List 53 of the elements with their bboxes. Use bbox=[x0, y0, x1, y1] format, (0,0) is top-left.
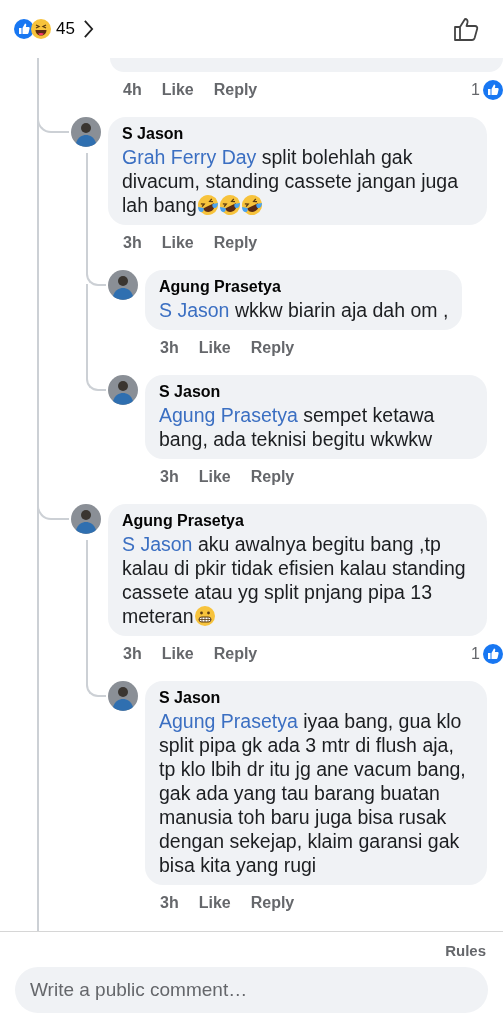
reply-link[interactable]: Reply bbox=[250, 338, 295, 357]
comment-time: 3h bbox=[160, 893, 179, 912]
comment-text: S Jason wkkw biarin aja dah om , bbox=[159, 298, 449, 322]
laughing-face-icon bbox=[240, 194, 263, 216]
like-count: 1 bbox=[471, 644, 480, 663]
thread-connector bbox=[86, 671, 106, 697]
thread-connector bbox=[86, 260, 106, 286]
reply-link[interactable]: Reply bbox=[213, 233, 258, 252]
comment-time: 3h bbox=[123, 644, 142, 663]
like-count: 1 bbox=[471, 80, 480, 99]
author-name[interactable]: S Jason bbox=[159, 687, 473, 709]
like-link[interactable]: Like bbox=[161, 233, 194, 252]
mention-link[interactable]: Agung Prasetya bbox=[159, 404, 298, 426]
like-link[interactable]: Like bbox=[198, 338, 231, 357]
mention-link[interactable]: Agung Prasetya bbox=[159, 710, 298, 732]
author-name[interactable]: S Jason bbox=[159, 381, 473, 403]
like-link[interactable]: Like bbox=[161, 644, 194, 663]
comment-text: Agung Prasetya iyaa bang, gua klo split pipa gk ada 3 mtr di flush aja, tp klo lbih dr itu jg ane vacum bang, gak ada yang tau barang buatan manusia toh baru juga bisa rusak dengan sekejap, klaim garansi gak bisa kita yang rugi bbox=[159, 709, 467, 877]
avatar[interactable] bbox=[108, 375, 138, 405]
laughing-face-icon bbox=[218, 194, 241, 216]
mention-link[interactable]: S Jason bbox=[122, 533, 193, 555]
avatar[interactable] bbox=[71, 504, 101, 534]
mention-link[interactable]: S Jason bbox=[159, 299, 230, 321]
comment-text: Grah Ferry Day split bolehlah gak divacum, standing cassete jangan juga lah bang bbox=[122, 145, 460, 217]
like-link[interactable]: Like bbox=[198, 467, 231, 486]
rules-link[interactable]: Rules bbox=[445, 942, 486, 959]
like-reaction-icon bbox=[14, 19, 34, 39]
author-name[interactable]: S Jason bbox=[122, 123, 473, 145]
comment-text: S Jason aku awalnya begitu bang ,tp kalau di pkir tidak efisien kalau standing cassete atau yg split pnjang pipa 13 meteran bbox=[122, 532, 467, 628]
avatar[interactable] bbox=[108, 681, 138, 711]
comment-field[interactable]: Write a public comment… bbox=[15, 967, 488, 1013]
reaction-count[interactable]: 45 bbox=[56, 19, 75, 39]
author-name[interactable]: Agung Prasetya bbox=[122, 510, 473, 532]
comment-time: 3h bbox=[160, 338, 179, 357]
author-name[interactable]: Agung Prasetya bbox=[159, 276, 449, 298]
thumbs-up-icon[interactable] bbox=[453, 16, 479, 42]
comment-time: 4h bbox=[123, 80, 142, 99]
comment-text: Agung Prasetya sempet ketawa bang, ada teknisi begitu wkwkw bbox=[159, 403, 436, 451]
like-link[interactable]: Like bbox=[198, 893, 231, 912]
avatar[interactable] bbox=[108, 270, 138, 300]
avatar[interactable] bbox=[71, 117, 101, 147]
laughing-reaction-icon bbox=[31, 19, 51, 39]
reply-link[interactable]: Reply bbox=[250, 467, 295, 486]
reply-link[interactable]: Reply bbox=[250, 893, 295, 912]
reply-link[interactable]: Reply bbox=[213, 644, 258, 663]
grimacing-face-icon bbox=[193, 605, 216, 627]
laughing-face-icon bbox=[196, 194, 219, 216]
reply-link[interactable]: Reply bbox=[213, 80, 258, 99]
mention-link[interactable]: Grah Ferry Day bbox=[122, 146, 257, 168]
comment-time: 3h bbox=[123, 233, 142, 252]
like-link[interactable]: Like bbox=[161, 80, 194, 99]
chevron-right-icon[interactable] bbox=[82, 19, 94, 39]
comment-time: 3h bbox=[160, 467, 179, 486]
